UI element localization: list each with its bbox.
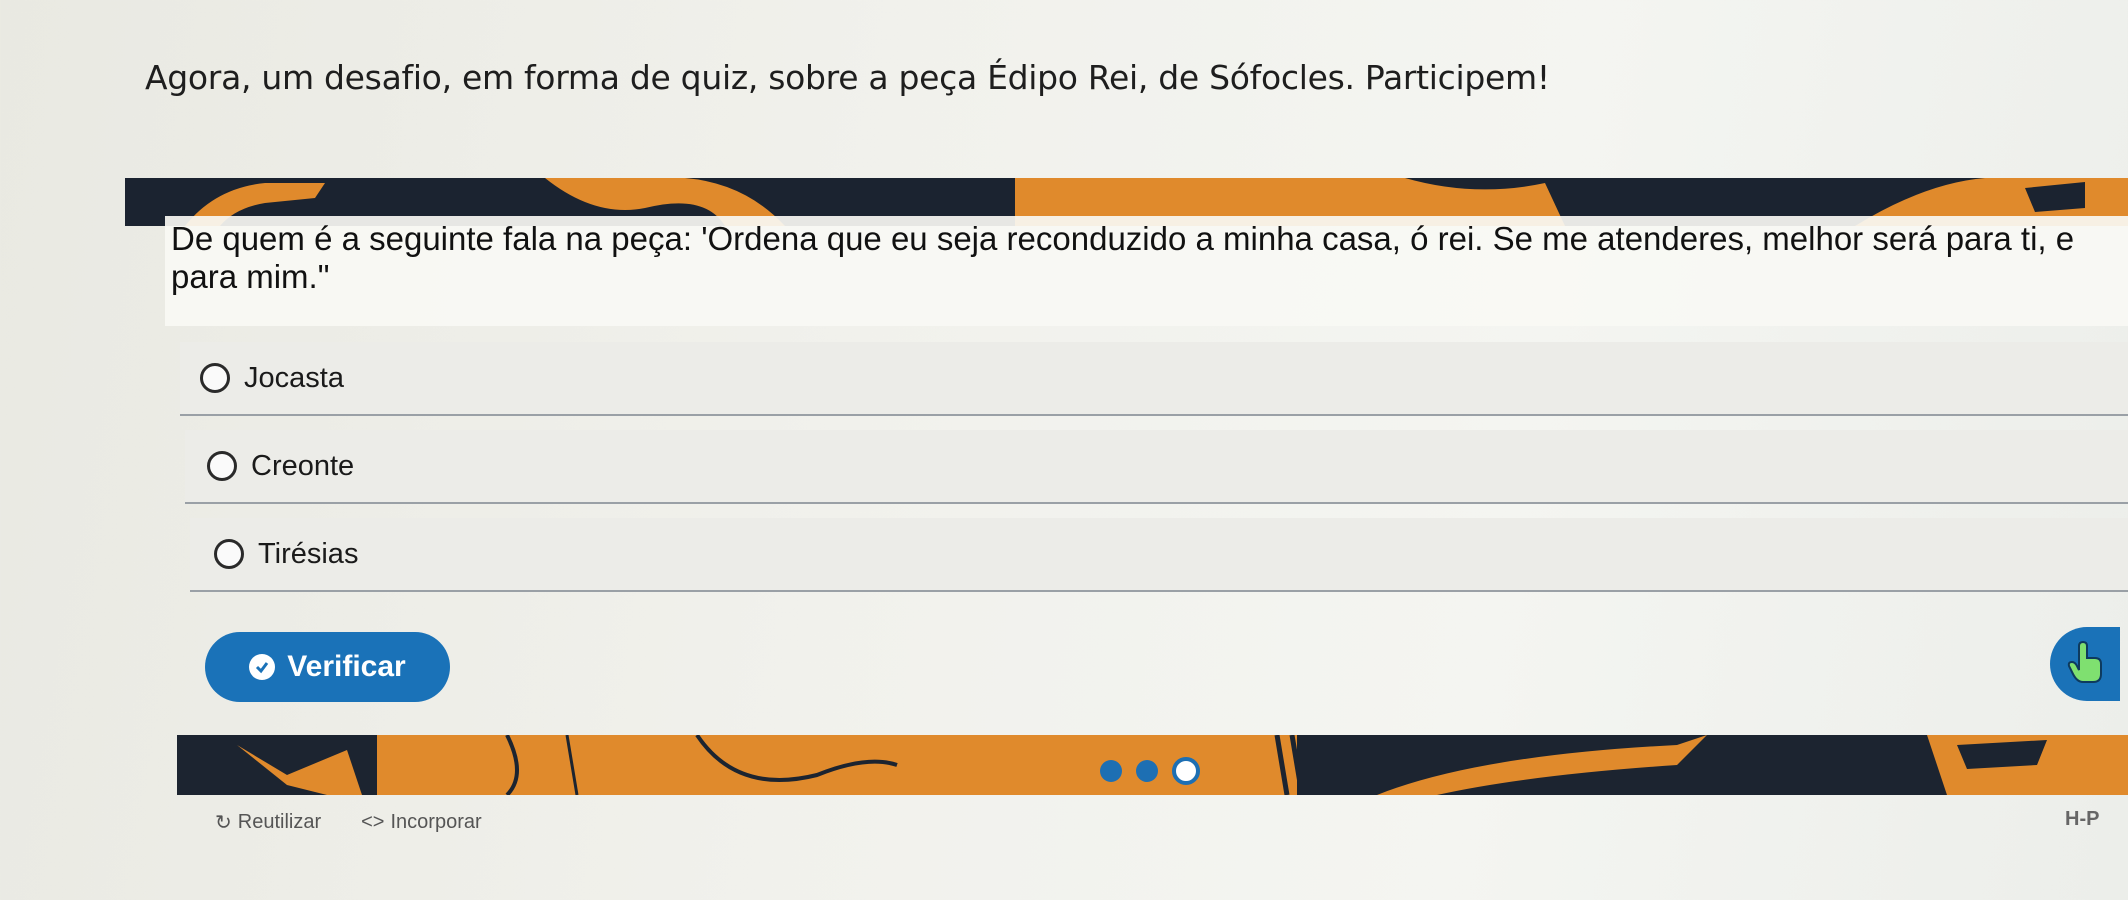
option-label: Tirésias: [258, 537, 359, 570]
reuse-link[interactable]: ↻ Reutilizar: [215, 810, 321, 835]
radio-button[interactable]: [207, 451, 237, 481]
radio-button[interactable]: [200, 363, 230, 393]
embed-link[interactable]: <> Incorporar: [361, 810, 482, 835]
answer-option-jocasta[interactable]: Jocasta: [180, 342, 2128, 416]
verify-label: Verificar: [287, 650, 406, 683]
answer-option-tiresias[interactable]: Tirésias: [190, 518, 2128, 592]
pagination-dot-active[interactable]: [1172, 757, 1200, 785]
answer-option-creonte[interactable]: Creonte: [185, 430, 2128, 504]
hand-pointer-button[interactable]: [2050, 627, 2120, 701]
slide-pagination: [1100, 757, 1200, 785]
question-text: De quem é a seguinte fala na peça: 'Orde…: [171, 220, 2075, 295]
radio-button[interactable]: [214, 539, 244, 569]
footer-actions: ↻ Reutilizar <> Incorporar: [215, 810, 482, 835]
hand-pointer-icon: [2065, 640, 2105, 689]
refresh-icon: ↻: [215, 812, 232, 834]
verify-button[interactable]: Verificar: [205, 632, 450, 702]
pagination-dot[interactable]: [1100, 760, 1122, 782]
check-circle-icon: [249, 654, 276, 680]
quiz-widget: De quem é a seguinte fala na peça: 'Orde…: [125, 172, 2128, 802]
reuse-label: Reutilizar: [237, 811, 322, 833]
option-label: Jocasta: [244, 361, 344, 394]
code-icon: <>: [361, 811, 385, 833]
option-label: Creonte: [251, 449, 355, 482]
pagination-dot[interactable]: [1136, 760, 1158, 782]
embed-label: Incorporar: [390, 811, 482, 833]
brand-mark[interactable]: H-P: [2065, 808, 2099, 831]
intro-text: Agora, um desafio, em forma de quiz, sob…: [145, 58, 1550, 97]
